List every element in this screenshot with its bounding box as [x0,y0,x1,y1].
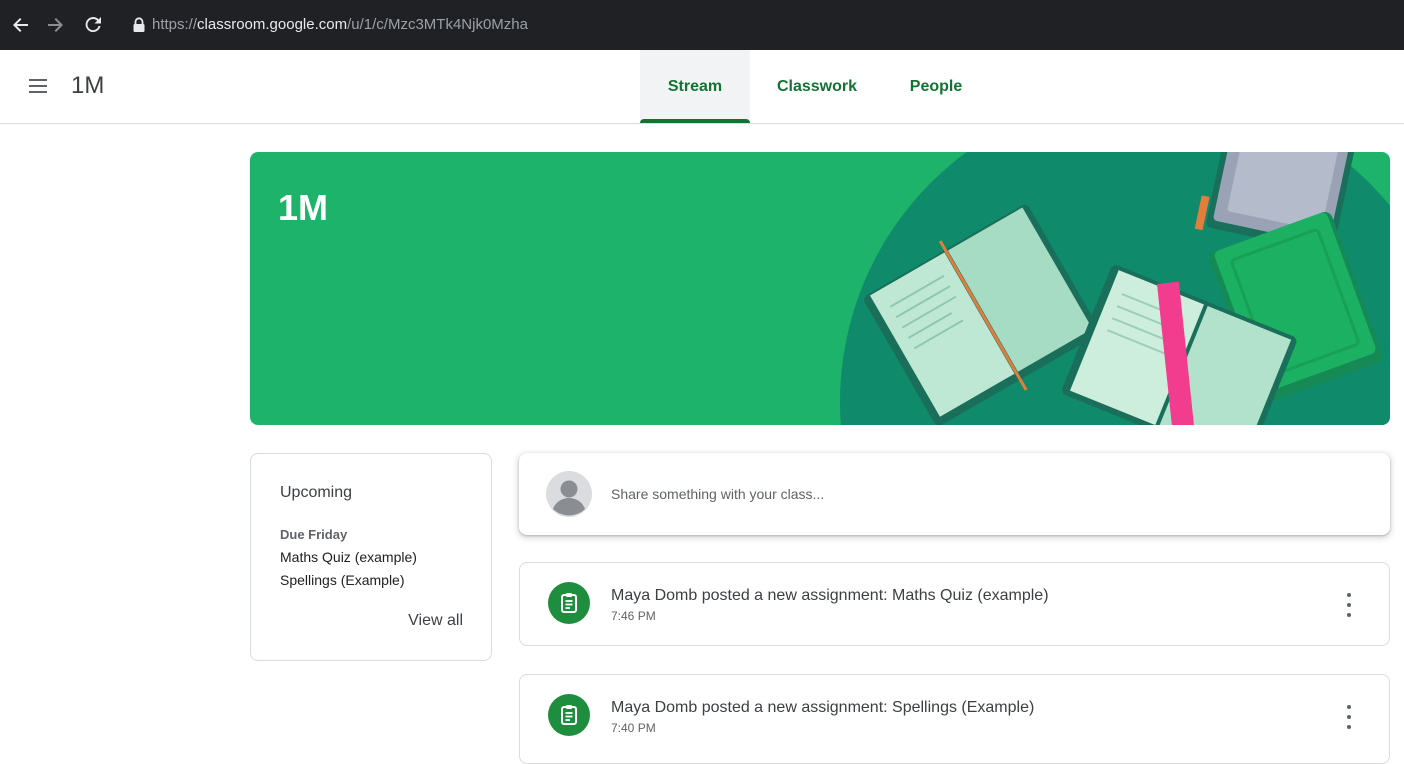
more-options-icon[interactable] [1339,593,1359,617]
share-placeholder: Share something with your class... [611,486,825,502]
avatar [546,471,592,517]
books-illustration [840,152,1390,425]
post-time: 7:46 PM [611,609,656,623]
assignment-icon [548,582,590,624]
upcoming-title: Upcoming [280,484,353,501]
tab-label: Classwork [776,77,858,95]
class-banner: 1M [250,152,1390,425]
due-label: Due Friday [280,527,348,542]
reload-icon[interactable] [82,14,104,36]
browser-toolbar: https://classroom.google.com/u/1/c/Mzc3M… [0,0,1404,50]
view-all-link[interactable]: View all [408,612,463,630]
assignment-icon [548,694,590,736]
upcoming-item[interactable]: Maths Quiz (example) [280,549,417,565]
url-scheme: https:// [152,16,198,33]
upcoming-item[interactable]: Spellings (Example) [280,572,405,588]
stream-post[interactable]: Maya Domb posted a new assignment: Maths… [519,562,1390,646]
back-arrow-icon[interactable] [10,14,32,36]
tab-label: People [909,77,963,95]
tab-classwork[interactable]: Classwork [766,50,868,123]
post-title: Maya Domb posted a new assignment: Maths… [611,587,1049,604]
tab-label: Stream [667,77,723,95]
more-options-icon[interactable] [1339,705,1359,729]
address-bar[interactable]: https://classroom.google.com/u/1/c/Mzc3M… [152,16,528,34]
url-path: /u/1/c/Mzc3MTk4Njk0Mzha [347,16,528,33]
tab-stream[interactable]: Stream [640,50,750,123]
tab-people[interactable]: People [900,50,972,123]
hamburger-menu-icon[interactable] [29,79,49,95]
upcoming-card: Upcoming Due Friday Maths Quiz (example)… [250,453,492,661]
post-title: Maya Domb posted a new assignment: Spell… [611,699,1035,716]
banner-class-title: 1M [278,187,329,228]
forward-arrow-icon[interactable] [44,14,66,36]
class-name[interactable]: 1M [71,70,104,102]
app-header: 1M Stream Classwork People [0,50,1404,124]
post-time: 7:40 PM [611,721,656,735]
lock-icon [133,17,145,32]
url-host: classroom.google.com [197,16,348,33]
share-box[interactable]: Share something with your class... [519,453,1390,535]
